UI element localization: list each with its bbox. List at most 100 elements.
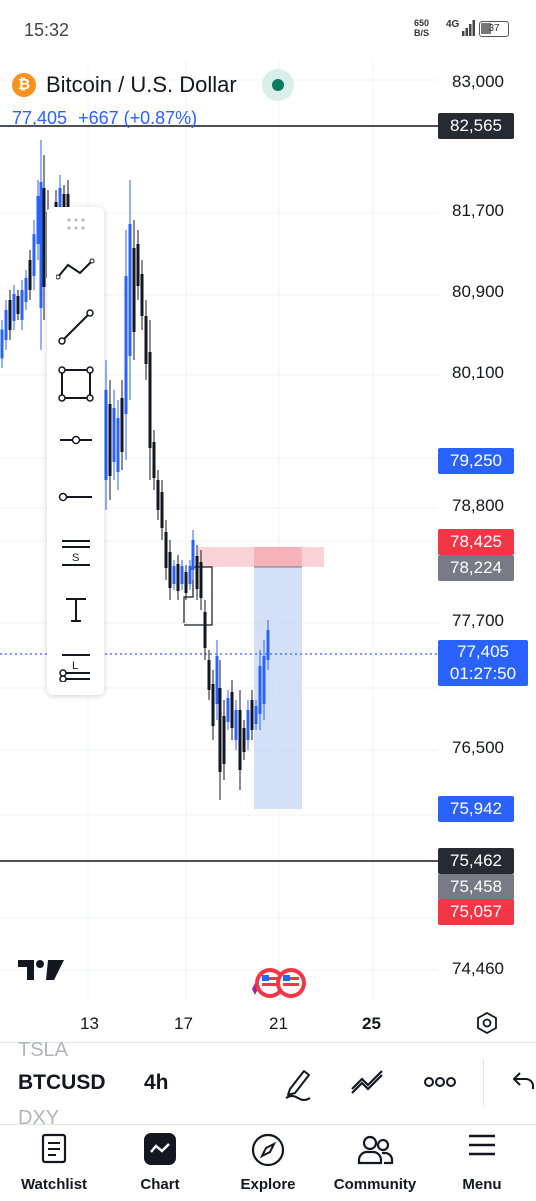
trend-lines-icon <box>55 258 94 280</box>
nav-label: Watchlist <box>20 1176 88 1193</box>
candle-body <box>250 700 254 730</box>
horizontal-line-high-badge[interactable]: 82,565 <box>438 113 514 139</box>
level-badge[interactable]: 75,057 <box>438 899 514 925</box>
candle-body <box>258 666 262 714</box>
horizontal-ray-tool[interactable] <box>47 416 104 464</box>
horizontal-line-low-badge[interactable]: 75,462 <box>438 848 514 874</box>
drawing-pen-icon[interactable] <box>282 1065 314 1101</box>
candle-body <box>176 564 180 591</box>
candle-body <box>120 398 124 452</box>
candle-body <box>164 532 168 568</box>
flags-icon <box>252 968 306 998</box>
more-options-icon[interactable] <box>424 1077 456 1087</box>
price-label: 77,700 <box>452 611 504 630</box>
drag-handle-icon[interactable] <box>66 217 86 231</box>
candle-body <box>8 300 12 330</box>
divider <box>483 1059 484 1105</box>
time-label: 13 <box>80 1014 99 1033</box>
symbol-selector[interactable]: BTCUSD <box>18 1071 106 1095</box>
current-price-badge[interactable]: 77,405 01:27:50 <box>438 640 528 686</box>
network-type: 4G <box>446 19 460 30</box>
tradingview-logo-icon[interactable] <box>18 958 64 982</box>
text-tool[interactable] <box>47 586 104 634</box>
rectangle-tool[interactable] <box>47 360 104 408</box>
time-label: 25 <box>362 1014 381 1033</box>
candle-body <box>238 710 242 770</box>
rectangle-icon <box>57 366 94 402</box>
candle-body <box>20 290 24 320</box>
nav-menu[interactable]: Menu <box>432 1125 532 1201</box>
candle-body <box>191 540 195 570</box>
horizontal-line-icon <box>58 492 92 502</box>
chart-icon <box>144 1133 176 1165</box>
short-position-tool[interactable]: S <box>47 529 104 577</box>
svg-text:L: L <box>72 660 78 672</box>
indicators-icon[interactable] <box>350 1069 386 1095</box>
candle-body <box>108 404 112 476</box>
candle-body <box>148 352 152 448</box>
price-label: 83,000 <box>452 72 504 91</box>
current-price: 77,405 <box>457 642 509 661</box>
candle-body <box>218 688 222 772</box>
candle-body <box>184 572 188 593</box>
market-open-indicator[interactable] <box>262 69 294 101</box>
watchlist-icon <box>41 1133 67 1164</box>
candle-body <box>140 274 144 316</box>
nav-label: Explore <box>240 1176 296 1193</box>
candle-body <box>172 566 176 584</box>
nav-explore[interactable]: Explore <box>218 1125 318 1201</box>
interval-selector[interactable]: 4h <box>144 1071 169 1095</box>
level-badge[interactable]: 75,458 <box>438 874 514 900</box>
nav-watchlist[interactable]: Watchlist <box>4 1125 104 1201</box>
price-label: 74,460 <box>452 959 504 978</box>
chart-settings-icon[interactable] <box>476 1012 498 1034</box>
candle-body <box>168 552 172 588</box>
stop-loss-badge[interactable]: 78,425 <box>438 529 514 555</box>
svg-text:S: S <box>72 552 79 564</box>
price-label: 81,700 <box>452 201 504 220</box>
candle-body <box>136 244 140 286</box>
candle-body <box>195 556 199 589</box>
candle-body <box>36 196 40 244</box>
candle-body <box>234 710 238 740</box>
status-time: 15:32 <box>24 20 70 40</box>
level-badge[interactable]: 79,250 <box>438 448 514 474</box>
candle-body <box>262 656 266 704</box>
candle-body <box>199 562 203 598</box>
candle-body <box>246 710 250 740</box>
time-label: 21 <box>269 1014 288 1033</box>
trend-lines-tool[interactable] <box>47 245 104 293</box>
target-badge[interactable]: 75,942 <box>438 796 514 822</box>
ticker-suggestion[interactable]: TSLA <box>18 1039 68 1062</box>
horizontal-line-tool[interactable] <box>47 473 104 521</box>
last-price: 77,405 <box>12 108 68 128</box>
bottom-navigation: Watchlist Chart Explore Community Menu <box>0 1124 536 1200</box>
candle-body <box>104 390 108 480</box>
community-icon <box>357 1135 394 1165</box>
nav-community[interactable]: Community <box>325 1125 425 1201</box>
candle-body <box>266 630 270 660</box>
candle-body <box>180 566 184 584</box>
trend-line-tool[interactable] <box>47 303 104 351</box>
ticker-suggestion[interactable]: DXY <box>18 1107 59 1125</box>
candle-body <box>0 329 4 359</box>
candlesticks <box>0 140 270 800</box>
candle-body <box>4 310 8 340</box>
undo-icon[interactable] <box>512 1071 536 1091</box>
long-position-tool[interactable]: L <box>47 643 104 691</box>
candle-body <box>211 684 215 726</box>
nav-label: Community <box>333 1176 417 1193</box>
candle-body <box>230 692 234 728</box>
candle-body <box>112 408 116 462</box>
candle-body <box>39 182 43 308</box>
candle-body <box>42 188 46 287</box>
nav-chart[interactable]: Chart <box>110 1125 210 1201</box>
candle-body <box>203 612 207 648</box>
price-summary: 77,405 +667 (+0.87%) <box>12 108 197 129</box>
network-speed: 650 B/S <box>414 18 430 38</box>
price-label: 76,500 <box>452 738 504 757</box>
price-label: 80,900 <box>452 282 504 301</box>
symbol-title[interactable]: Bitcoin / U.S. Dollar <box>46 72 237 98</box>
entry-badge[interactable]: 78,224 <box>438 555 514 581</box>
candle-body <box>152 442 156 478</box>
